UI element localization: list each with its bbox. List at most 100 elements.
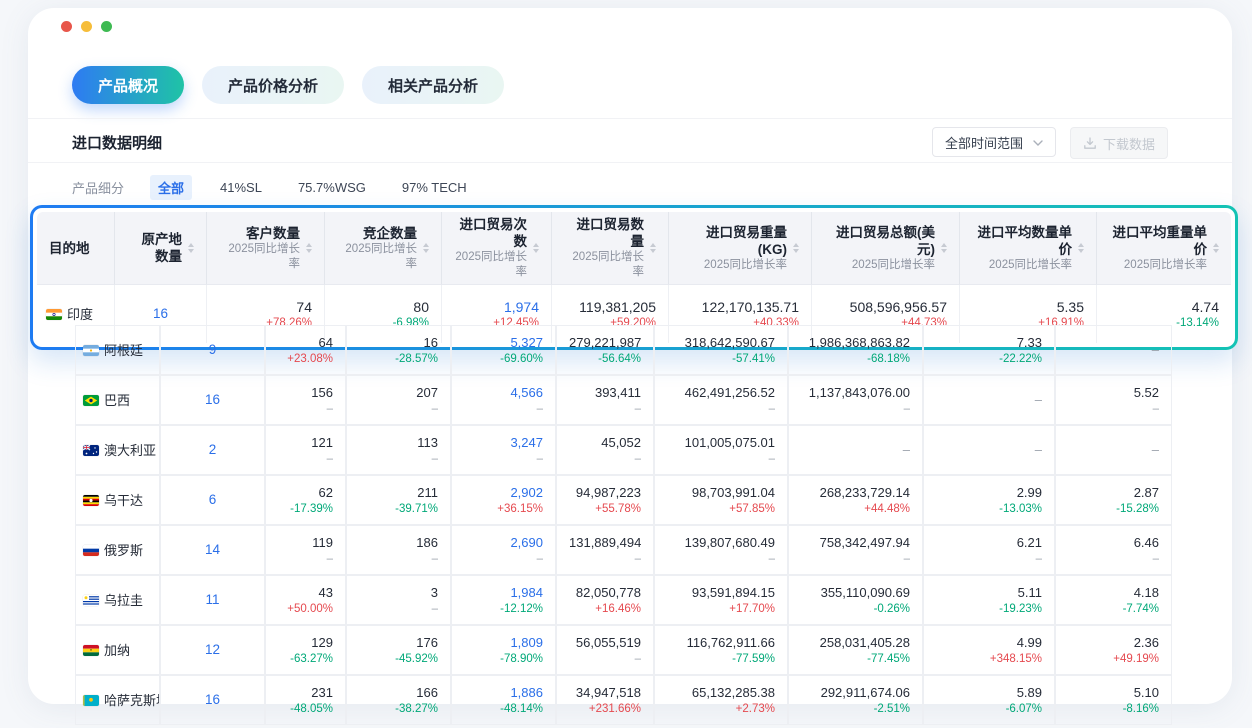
origin-count-link[interactable]: 9 [209, 342, 217, 357]
close-window-button[interactable] [61, 21, 72, 32]
origin-count-link[interactable]: 11 [205, 592, 219, 607]
table-row[interactable]: 乌干达662-17.39%211-39.71%2,902+36.15%94,98… [75, 475, 1172, 525]
destination-cell: 加纳 [75, 625, 160, 675]
destination-label: 哈萨克斯坦 [104, 693, 160, 708]
yoy-change: -13.03% [936, 502, 1042, 517]
sort-icon[interactable] [188, 243, 194, 253]
time-range-select[interactable]: 全部时间范围 [932, 127, 1056, 157]
yoy-change: -19.23% [936, 602, 1042, 617]
yoy-change: -77.45% [801, 652, 910, 667]
metric-cell: 3– [346, 575, 451, 625]
metric-cell: 139,807,680.49– [654, 525, 788, 575]
metric-cell: 6.46– [1055, 525, 1172, 575]
metric-cell: 1,886-48.14% [451, 675, 556, 725]
metric-cell: 7.33-22.22% [923, 325, 1055, 375]
yoy-change: – [464, 552, 543, 567]
yoy-change: +2.73% [667, 702, 775, 717]
trade-count-link[interactable]: 1,984 [464, 584, 543, 602]
table-row[interactable]: 巴西16156–207–4,566–393,411–462,491,256.52… [75, 375, 1172, 425]
origin-count-link[interactable]: 16 [153, 306, 168, 321]
metric-value: 508,596,956.57 [824, 298, 947, 316]
metric-cell: 34,947,518+231.66% [556, 675, 654, 725]
sort-icon[interactable] [793, 243, 799, 253]
metric-cell: 2,690– [451, 525, 556, 575]
sort-icon[interactable] [1078, 243, 1084, 253]
yoy-change: – [278, 452, 333, 467]
metric-cell: 4,566– [451, 375, 556, 425]
sort-icon[interactable] [941, 243, 947, 253]
origin-count-link[interactable]: 16 [205, 392, 220, 407]
metric-cell: – [923, 425, 1055, 475]
yoy-change: -38.27% [359, 702, 438, 717]
metric-value: 139,807,680.49 [667, 534, 775, 552]
trade-count-link[interactable]: 2,902 [464, 484, 543, 502]
yoy-change: +17.70% [667, 602, 775, 617]
metric-value: 6.46 [1068, 534, 1159, 552]
metric-cell: 5.52– [1055, 375, 1172, 425]
filter-option-all[interactable]: 全部 [150, 175, 192, 200]
trade-count-link[interactable]: 1,809 [464, 634, 543, 652]
table-row[interactable]: 澳大利亚2121–113–3,247–45,052–101,005,075.01… [75, 425, 1172, 475]
trade-count-link[interactable]: 1,974 [454, 298, 539, 316]
import-data-table-body: 阿根廷964+23.08%16-28.57%5,327-69.60%279,22… [75, 325, 1172, 725]
metric-cell: 16-28.57% [346, 325, 451, 375]
metric-value: 5.89 [936, 684, 1042, 702]
metric-value: 65,132,285.38 [667, 684, 775, 702]
table-row[interactable]: 乌拉圭1143+50.00%3–1,984-12.12%82,050,778+1… [75, 575, 1172, 625]
metric-cell: 4.99+348.15% [923, 625, 1055, 675]
sort-icon[interactable] [423, 243, 429, 253]
metric-cell: 5.11-19.23% [923, 575, 1055, 625]
sort-icon[interactable] [650, 243, 656, 253]
destination-label: 俄罗斯 [104, 543, 143, 558]
metric-value: 122,170,135.71 [681, 298, 799, 316]
yoy-change: – [359, 402, 438, 417]
origin-count-cell: 16 [160, 375, 265, 425]
tab-price-analysis[interactable]: 产品价格分析 [202, 66, 344, 104]
column-header-trade-weight: 进口贸易重量(KG)2025同比增长率 [669, 212, 812, 285]
origin-count-link[interactable]: 16 [205, 692, 220, 707]
yoy-change: – [464, 402, 543, 417]
metric-cell: 129-63.27% [265, 625, 346, 675]
filter-option-97tech[interactable]: 97% TECH [394, 177, 475, 198]
yoy-change: – [569, 402, 641, 417]
tab-bar: 产品概况 产品价格分析 相关产品分析 [72, 66, 504, 104]
origin-count-link[interactable]: 2 [209, 442, 217, 457]
origin-count-link[interactable]: 14 [205, 542, 220, 557]
metric-value: 3 [359, 584, 438, 602]
yoy-change: – [464, 452, 543, 467]
tab-related-products[interactable]: 相关产品分析 [362, 66, 504, 104]
download-icon [1083, 137, 1097, 150]
metric-value: 176 [359, 634, 438, 652]
metric-cell: 116,762,911.66-77.59% [654, 625, 788, 675]
header-row: 目的地 原产地数量 客户数量2025同比增长率 竞企数量2025同比增长率 [37, 212, 1231, 285]
trade-count-link[interactable]: 5,327 [464, 334, 543, 352]
sort-icon[interactable] [306, 243, 312, 253]
trade-count-link[interactable]: 2,690 [464, 534, 543, 552]
origin-count-link[interactable]: 6 [209, 492, 217, 507]
column-header-trade-quantity: 进口贸易数量2025同比增长率 [552, 212, 669, 285]
flag-uy-icon [83, 595, 99, 606]
origin-count-link[interactable]: 12 [205, 642, 220, 657]
yoy-change: -2.51% [801, 702, 910, 717]
filter-option-757wsg[interactable]: 75.7%WSG [290, 177, 374, 198]
tab-product-overview[interactable]: 产品概况 [72, 66, 184, 104]
download-button[interactable]: 下载数据 [1070, 127, 1168, 159]
metric-value: 82,050,778 [569, 584, 641, 602]
trade-count-link[interactable]: 1,886 [464, 684, 543, 702]
yoy-change: +23.08% [278, 352, 333, 367]
metric-value: – [936, 441, 1042, 459]
minimize-window-button[interactable] [81, 21, 92, 32]
filter-option-41sl[interactable]: 41%SL [212, 177, 270, 198]
table-row[interactable]: 俄罗斯14119–186–2,690–131,889,494–139,807,6… [75, 525, 1172, 575]
metric-cell: 1,809-78.90% [451, 625, 556, 675]
sort-icon[interactable] [533, 243, 539, 253]
sort-icon[interactable] [1213, 243, 1219, 253]
metric-cell: 166-38.27% [346, 675, 451, 725]
table-row[interactable]: 阿根廷964+23.08%16-28.57%5,327-69.60%279,22… [75, 325, 1172, 375]
metric-value: 5.11 [936, 584, 1042, 602]
table-row[interactable]: 加纳12129-63.27%176-45.92%1,809-78.90%56,0… [75, 625, 1172, 675]
trade-count-link[interactable]: 3,247 [464, 434, 543, 452]
zoom-window-button[interactable] [101, 21, 112, 32]
trade-count-link[interactable]: 4,566 [464, 384, 543, 402]
table-row[interactable]: 哈萨克斯坦16231-48.05%166-38.27%1,886-48.14%3… [75, 675, 1172, 725]
